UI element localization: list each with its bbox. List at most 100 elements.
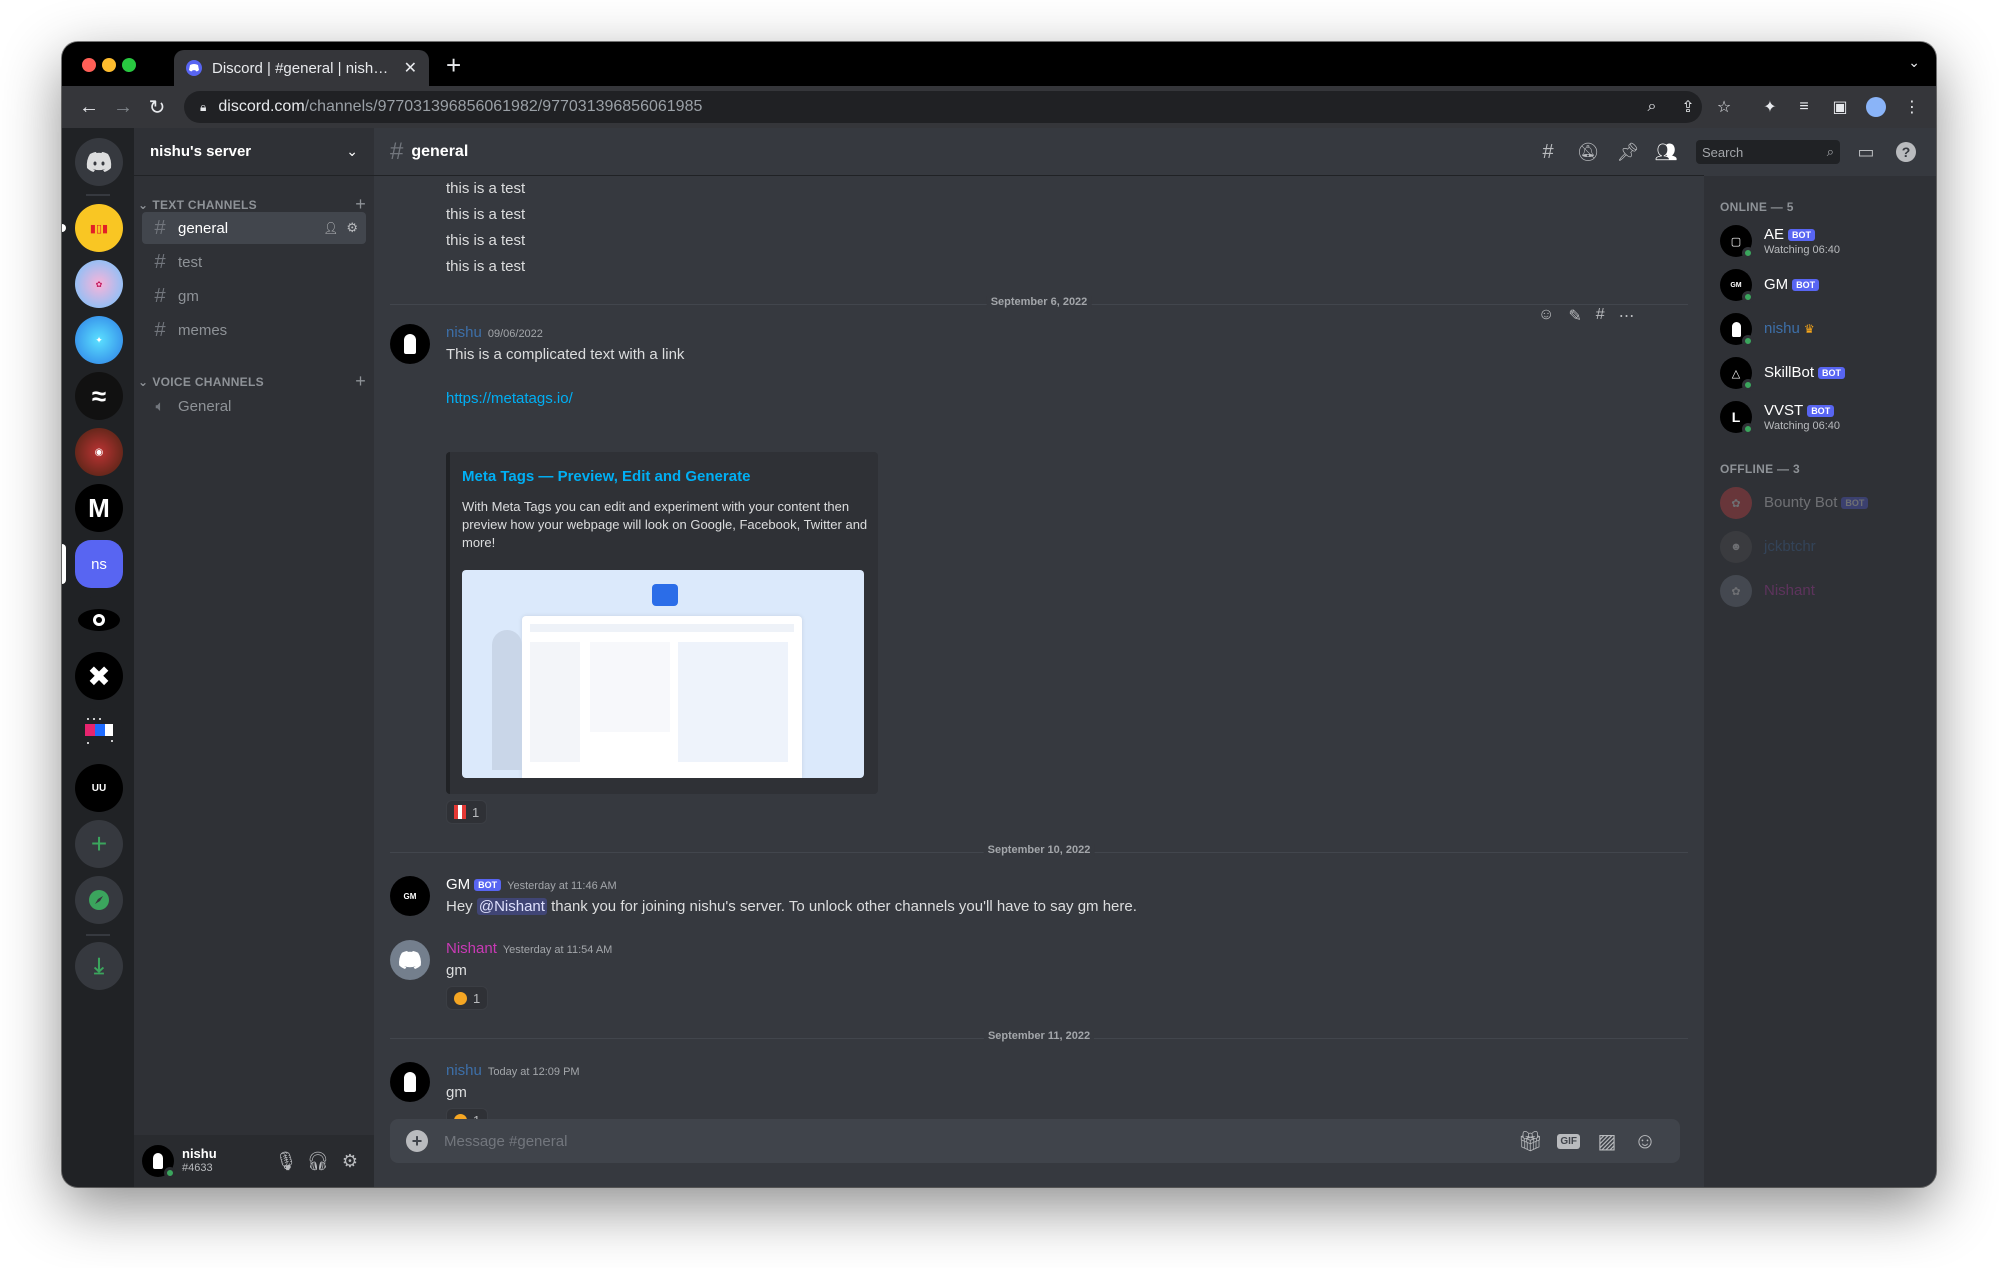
- message-link[interactable]: https://metatags.io/: [446, 390, 573, 407]
- pin-icon[interactable]: 📌︎: [1616, 140, 1640, 164]
- preview-panel: [590, 642, 670, 732]
- voice-channel-general[interactable]: 🔈︎ General: [142, 390, 366, 422]
- server-icon-ns[interactable]: ns: [75, 540, 123, 588]
- user-mention[interactable]: @Nishant: [476, 898, 547, 915]
- embed-preview-image[interactable]: [462, 570, 864, 778]
- member-name: SkillBot: [1764, 364, 1815, 381]
- minimize-window-button[interactable]: [102, 58, 116, 72]
- avatar[interactable]: GM: [390, 876, 430, 916]
- browser-tab[interactable]: Discord | #general | nishu's ser ✕: [174, 50, 429, 86]
- member-item[interactable]: ✿ Nishant: [1712, 570, 1928, 612]
- help-icon[interactable]: ?: [1894, 140, 1918, 164]
- member-item[interactable]: GM GM BOT: [1712, 264, 1928, 306]
- server-icon-1[interactable]: ▮▯▮: [75, 204, 123, 252]
- search-placeholder: Search: [1702, 144, 1744, 160]
- channel-memes[interactable]: # memes: [142, 314, 366, 346]
- invite-icon[interactable]: 👤︎: [323, 221, 338, 235]
- date-divider: September 6, 2022: [390, 296, 1688, 308]
- embed-title[interactable]: Meta Tags — Preview, Edit and Generate: [462, 468, 750, 485]
- reaction-emoji-icon: [454, 805, 466, 819]
- home-button[interactable]: [75, 138, 123, 186]
- avatar-glyph: [153, 1153, 163, 1169]
- url-field[interactable]: 🔒︎ discord.com/channels/9770313968560619…: [184, 91, 1702, 123]
- sidepanel-icon[interactable]: ▣: [1830, 97, 1850, 117]
- mute-mic-icon[interactable]: 🎙︎: [270, 1151, 302, 1172]
- bookmark-star-icon[interactable]: ☆: [1714, 97, 1734, 117]
- share-icon[interactable]: ⇪: [1678, 97, 1698, 117]
- new-tab-button[interactable]: +: [446, 50, 461, 80]
- channel-sidebar: nishu's server ⌄ ⌄ TEXT CHANNELS + # gen…: [134, 128, 374, 1187]
- sticker-icon[interactable]: ▨: [1588, 1129, 1626, 1154]
- channel-test[interactable]: # test: [142, 246, 366, 278]
- notification-muted-icon[interactable]: 🔕︎: [1576, 140, 1600, 164]
- gif-icon[interactable]: GIF: [1557, 1133, 1580, 1149]
- preview-panel: [678, 642, 788, 762]
- extensions-icon[interactable]: ✦: [1760, 97, 1780, 117]
- upload-plus-icon[interactable]: +: [406, 1130, 428, 1152]
- voice-channels-category[interactable]: ⌄ VOICE CHANNELS +: [138, 371, 366, 392]
- member-name: VVST: [1764, 402, 1804, 419]
- message-author[interactable]: Nishant: [446, 940, 497, 957]
- avatar[interactable]: [390, 940, 430, 980]
- reaction-chip[interactable]: 1: [446, 986, 489, 1010]
- avatar[interactable]: [390, 324, 430, 364]
- message-author[interactable]: GM: [446, 876, 470, 893]
- headphones-icon[interactable]: 🎧︎: [302, 1151, 334, 1172]
- message-line: this is a test: [446, 206, 526, 223]
- zoom-icon[interactable]: ⌕: [1642, 97, 1662, 117]
- message-header: nishu Today at 12:09 PM: [446, 1062, 580, 1079]
- create-thread-icon[interactable]: #: [1596, 306, 1605, 326]
- server-icon-3[interactable]: ✦: [75, 316, 123, 364]
- member-item[interactable]: ✿ Bounty Bot BOT: [1712, 482, 1928, 524]
- message-author[interactable]: nishu: [446, 324, 482, 341]
- server-icon-x[interactable]: ✖: [75, 652, 123, 700]
- add-reaction-icon[interactable]: ☺: [1538, 306, 1554, 326]
- reaction-chip[interactable]: 1: [446, 800, 488, 824]
- member-list-icon[interactable]: 👥︎: [1654, 140, 1678, 164]
- message-composer[interactable]: + Message #general 🎁︎ GIF ▨ ☺: [390, 1119, 1680, 1163]
- explore-servers-button[interactable]: [75, 876, 123, 924]
- member-item[interactable]: ☻ jckbtchr: [1712, 526, 1928, 568]
- server-name: nishu's server: [150, 143, 252, 160]
- gift-icon[interactable]: 🎁︎: [1511, 1129, 1549, 1154]
- menu-kebab-icon[interactable]: ⋮: [1902, 97, 1922, 117]
- user-avatar[interactable]: [142, 1145, 176, 1179]
- create-channel-icon[interactable]: +: [355, 371, 366, 392]
- threads-icon[interactable]: #: [1536, 140, 1560, 164]
- search-input[interactable]: Search ⌕: [1696, 140, 1840, 164]
- add-server-button[interactable]: +: [75, 820, 123, 868]
- close-window-button[interactable]: [82, 58, 96, 72]
- avatar[interactable]: [390, 1062, 430, 1102]
- forward-icon[interactable]: →: [110, 94, 136, 120]
- channel-gm[interactable]: # gm: [142, 280, 366, 312]
- profile-avatar[interactable]: [1866, 97, 1886, 117]
- maximize-window-button[interactable]: [122, 58, 136, 72]
- download-apps-button[interactable]: ⤓: [75, 942, 123, 990]
- media-icon[interactable]: ≡: [1794, 97, 1814, 117]
- user-settings-gear-icon[interactable]: ⚙: [334, 1151, 366, 1172]
- member-item[interactable]: ▢ AE BOT Watching 06:40: [1712, 220, 1928, 262]
- more-options-icon[interactable]: ⋯: [1619, 306, 1635, 326]
- inbox-icon[interactable]: ▭: [1854, 140, 1878, 164]
- server-icon-color-grid[interactable]: [75, 708, 123, 756]
- close-tab-icon[interactable]: ✕: [404, 58, 417, 78]
- server-icon-2[interactable]: ✿: [75, 260, 123, 308]
- gear-icon[interactable]: ⚙: [346, 220, 358, 236]
- edit-pencil-icon[interactable]: ✎: [1568, 306, 1581, 326]
- member-item[interactable]: nishu ♛: [1712, 308, 1928, 350]
- chevron-icon: ⌄: [138, 197, 149, 212]
- reload-icon[interactable]: ↻: [144, 94, 170, 120]
- back-icon[interactable]: ←: [76, 94, 102, 120]
- member-item[interactable]: L VVST BOT Watching 06:40: [1712, 396, 1928, 438]
- channel-general[interactable]: # general 👤︎ ⚙: [142, 212, 366, 244]
- server-icon-5[interactable]: ◉: [75, 428, 123, 476]
- server-icon-m[interactable]: M: [75, 484, 123, 532]
- emoji-picker-icon[interactable]: ☺: [1626, 1128, 1664, 1154]
- tab-search-icon[interactable]: ⌄: [1908, 54, 1920, 71]
- member-item[interactable]: △ SkillBot BOT: [1712, 352, 1928, 394]
- server-icon-uu[interactable]: UU: [75, 764, 123, 812]
- server-icon-eye[interactable]: [75, 596, 123, 644]
- server-header[interactable]: nishu's server ⌄: [134, 128, 374, 176]
- message-author[interactable]: nishu: [446, 1062, 482, 1079]
- server-icon-4[interactable]: ≈: [75, 372, 123, 420]
